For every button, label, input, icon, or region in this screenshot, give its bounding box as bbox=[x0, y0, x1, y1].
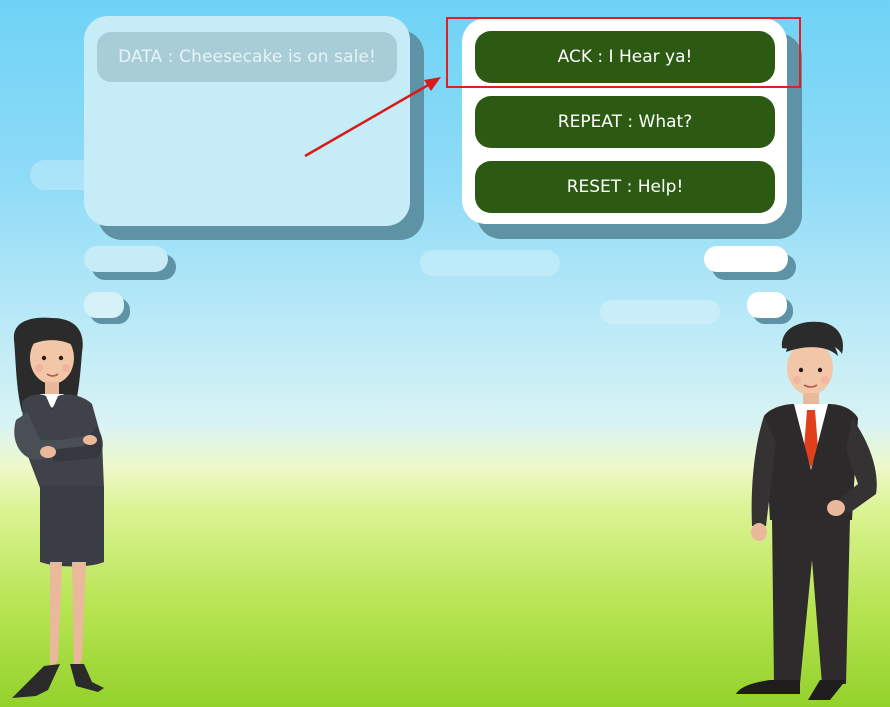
illustration-layer bbox=[12, 77, 877, 700]
scene-background: DATA : Cheesecake is on sale! ACK : I He… bbox=[0, 0, 890, 707]
woman-character bbox=[12, 317, 104, 698]
red-arrow-icon bbox=[304, 77, 441, 158]
man-character bbox=[736, 321, 877, 700]
